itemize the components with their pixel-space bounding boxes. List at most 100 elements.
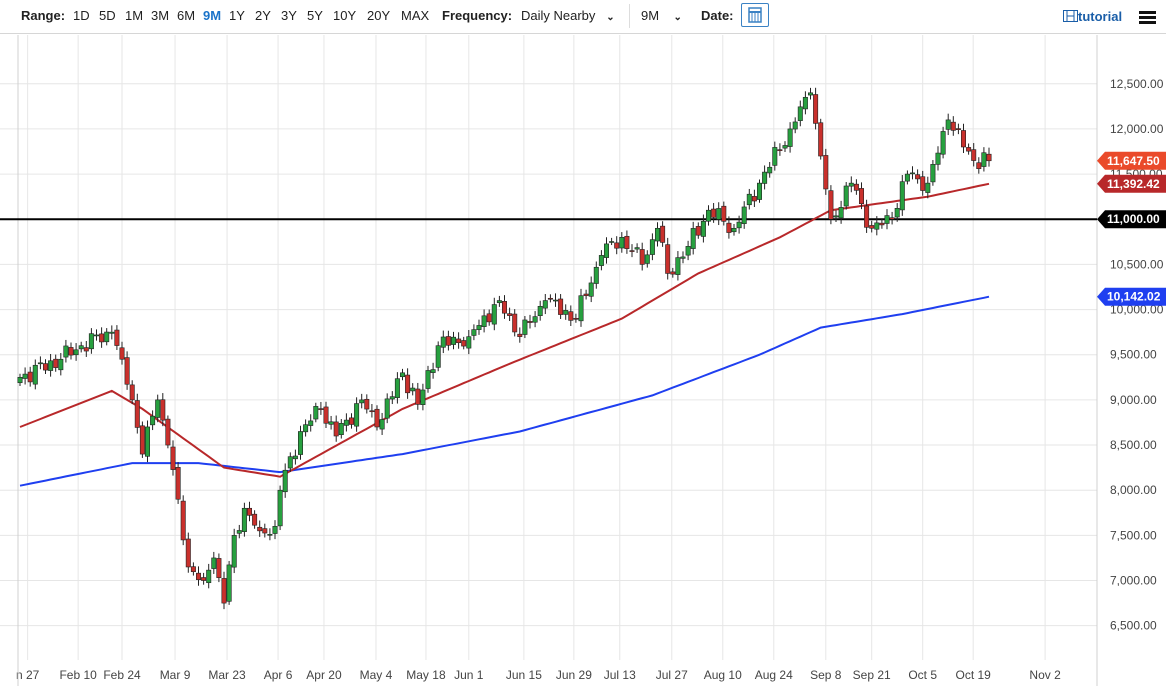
candle-up [399,372,405,378]
range-button-20y[interactable]: 20Y [367,8,390,23]
candle-up [410,387,416,392]
candle-down [527,321,533,323]
candle-up [578,295,584,322]
ma50-price-tag: 11,392.42 [1107,177,1160,191]
candle-up [552,299,558,302]
candle-down [185,538,191,568]
candle-up [308,420,314,426]
candle-down [318,408,324,410]
candle-up [73,349,79,356]
candle-up [603,243,609,258]
range-button-9m[interactable]: 9M [203,8,221,23]
candle-down [976,162,982,170]
range-button-1d[interactable]: 1D [73,8,90,23]
candle-up [420,389,426,405]
period-select[interactable]: 9M ⌄ [641,8,682,23]
frequency-label: Frequency: [442,8,513,23]
x-tick-label: Feb 24 [103,668,141,682]
price-chart[interactable]: 6,500.00 7,000.00 7,500.00 8,000.00 8,500.00… [0,35,1166,686]
candle-up [231,535,237,568]
candle-up [767,166,773,174]
hamburger-menu-icon[interactable] [1139,11,1156,26]
period-value: 9M [641,8,660,23]
candle-up [532,316,538,323]
candle-up [226,564,232,602]
candle-up [904,173,910,182]
candle-up [394,378,400,398]
candle-up [354,403,360,427]
candle-up [634,247,640,250]
candle-down [486,313,492,323]
candle-up [756,182,762,200]
candle-down [915,174,921,180]
candle-down [828,190,834,220]
candle-up [440,336,446,348]
candle-up [619,237,625,249]
candle-down [813,94,819,124]
candle-up [313,406,319,420]
candle-down [869,225,875,229]
candle-down [695,226,701,236]
candle-down [853,183,859,191]
candle-up [654,227,660,242]
range-button-10y[interactable]: 10Y [333,8,356,23]
tutorial-label: tutorial [1078,9,1123,24]
x-tick-label: Mar 9 [160,668,191,682]
x-tick-label: Nov 2 [1029,668,1061,682]
range-button-max[interactable]: MAX [401,8,429,23]
x-tick-label: Oct 19 [956,668,992,682]
range-button-3y[interactable]: 3Y [281,8,297,23]
candle-down [170,446,176,470]
x-tick-label: Jul 13 [604,668,636,682]
candle-up [874,222,880,230]
candle-up [58,358,64,371]
range-button-5y[interactable]: 5Y [307,8,323,23]
candle-down [323,406,329,424]
candle-down [971,149,977,161]
candle-up [843,185,849,207]
candle-up [930,164,936,183]
candle-up [940,131,946,155]
x-tick-label: Jul 27 [656,668,688,682]
range-button-1m[interactable]: 1M [125,8,143,23]
range-button-6m[interactable]: 6M [177,8,195,23]
y-tick-label: 8,500.00 [1110,438,1157,452]
chevron-down-icon: ⌄ [673,12,682,23]
x-tick-label: Apr 6 [264,668,293,682]
candle-down [614,242,620,249]
candle-up [37,362,43,365]
candle-down [660,225,666,243]
candle-down [374,408,380,428]
film-icon [1063,10,1078,22]
candle-down [573,318,579,320]
y-tick-label: 9,500.00 [1110,348,1157,362]
range-button-5d[interactable]: 5D [99,8,116,23]
x-tick-label: Feb 10 [59,668,97,682]
candle-down [42,363,48,371]
candle-down [512,313,518,333]
candle-up [700,220,706,237]
y-tick-label: 12,500.00 [1110,77,1164,91]
candle-down [461,340,467,347]
frequency-select[interactable]: Daily Nearby ⌄ [521,8,615,23]
range-button-1y[interactable]: 1Y [229,8,245,23]
range-label: Range: [21,8,66,23]
candle-up [145,426,151,457]
candle-up [211,557,217,569]
candle-down [629,250,635,252]
candle-up [389,396,395,400]
candle-down [517,333,523,337]
candle-down [114,329,120,346]
range-button-2y[interactable]: 2Y [255,8,271,23]
candle-up [471,329,477,336]
candle-down [201,577,207,581]
candle-down [889,217,895,220]
x-tick-label: Sep 8 [810,668,842,682]
candle-up [435,345,441,368]
candle-up [762,171,768,184]
range-button-3m[interactable]: 3M [151,8,169,23]
candle-down [670,271,676,275]
calendar-icon[interactable] [741,3,769,27]
tutorial-link[interactable]: tutorial [1063,9,1122,24]
candle-up [848,182,854,187]
